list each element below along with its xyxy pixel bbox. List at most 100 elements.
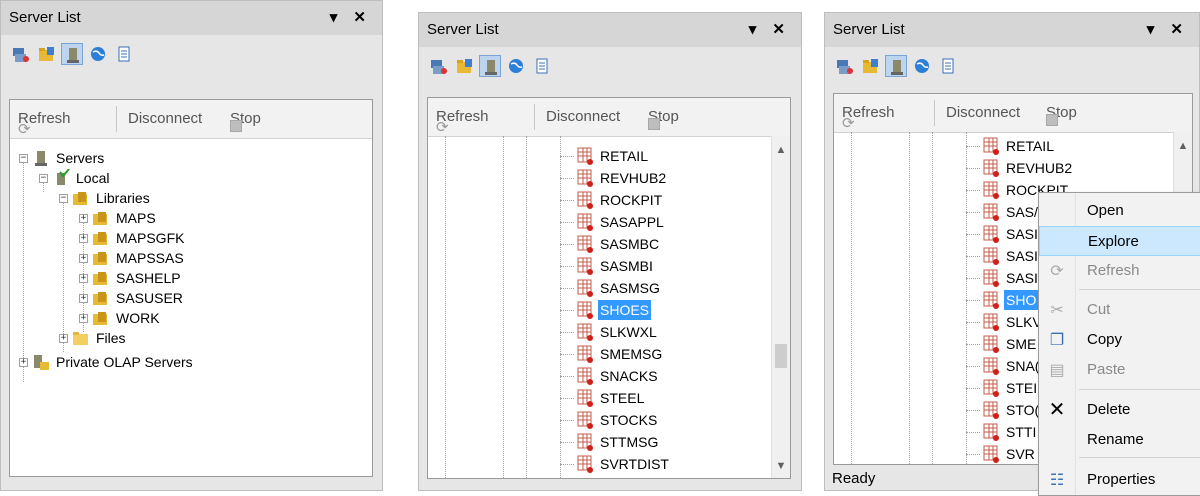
table-label: SASAPPL xyxy=(600,214,664,230)
scroll-up-icon[interactable]: ▲ xyxy=(772,144,790,156)
globe-icon[interactable] xyxy=(911,55,933,77)
disconnect-button[interactable]: Disconnect xyxy=(128,110,202,127)
scroll-thumb[interactable] xyxy=(775,344,787,368)
menu-item-cut[interactable]: ✂ Cut xyxy=(1039,295,1200,325)
globe-icon[interactable] xyxy=(87,43,109,65)
servers-view-icon[interactable] xyxy=(834,55,856,77)
table-label: STTMSG xyxy=(600,434,659,450)
table-label: RETAIL xyxy=(1006,138,1054,154)
panel-title: Server List xyxy=(833,21,905,38)
stop-button[interactable]: Stop xyxy=(230,110,261,132)
table-label: SNACKS xyxy=(600,368,658,384)
panel-controls[interactable]: ▾ ✕ xyxy=(749,20,791,38)
table-icon xyxy=(577,455,593,473)
table-icon xyxy=(577,301,593,319)
table-icon xyxy=(983,313,999,331)
library-icon xyxy=(93,272,107,285)
server-selected-icon[interactable] xyxy=(479,55,501,77)
server-list-panel-2: Server List ▾ ✕ ⟳ Refresh Disconnect Sto… xyxy=(418,12,802,491)
table-label: SME xyxy=(1006,336,1037,352)
table-label: SHOES xyxy=(598,300,652,320)
scissors-icon: ✂ xyxy=(1050,302,1064,319)
table-label: SASMBC xyxy=(600,236,660,252)
table-icon xyxy=(983,159,999,177)
table-icon xyxy=(983,225,999,243)
disconnect-button[interactable]: Disconnect xyxy=(946,104,1020,121)
scroll-down-icon[interactable]: ▼ xyxy=(772,460,790,472)
libraries-view-icon[interactable] xyxy=(36,43,58,65)
table-icon xyxy=(577,191,593,209)
local-server-icon xyxy=(57,169,70,185)
table-icon xyxy=(983,445,999,463)
view-iconbar xyxy=(419,47,801,87)
table-label: SASI xyxy=(1006,248,1038,264)
servers-view-icon[interactable] xyxy=(428,55,450,77)
table-icon xyxy=(577,169,593,187)
scroll-up-icon[interactable]: ▲ xyxy=(1174,140,1192,152)
panel-title: Server List xyxy=(9,9,81,26)
table-label: STEEL xyxy=(600,390,645,406)
libraries-view-icon[interactable] xyxy=(454,55,476,77)
table-icon xyxy=(983,269,999,287)
view-iconbar xyxy=(1,35,382,75)
table-icon xyxy=(577,147,593,165)
server-selected-icon[interactable] xyxy=(885,55,907,77)
stop-icon xyxy=(648,118,660,130)
table-icon xyxy=(577,323,593,341)
table-icon xyxy=(983,203,999,221)
copy-icon: ❐ xyxy=(1049,332,1065,349)
panel-title-bar: Server List ▾ ✕ xyxy=(825,13,1199,50)
refresh-button[interactable]: ⟳ Refresh xyxy=(18,110,71,138)
refresh-button[interactable]: ⟳ Refresh xyxy=(842,104,895,132)
tree-toolbar: ⟳ Refresh Disconnect Stop xyxy=(834,94,1192,133)
libraries-view-icon[interactable] xyxy=(860,55,882,77)
table-label: STTI xyxy=(1006,424,1037,440)
view-iconbar xyxy=(825,47,1199,87)
servers-view-icon[interactable] xyxy=(10,43,32,65)
menu-item-copy[interactable]: ❐ Copy xyxy=(1039,325,1200,355)
panel-controls[interactable]: ▾ ✕ xyxy=(330,8,372,26)
refresh-icon: ⟳ xyxy=(18,121,31,138)
folder-icon xyxy=(73,332,88,345)
stop-button[interactable]: Stop xyxy=(1046,104,1077,126)
library-icon xyxy=(93,212,107,225)
table-label: STO( xyxy=(1006,402,1040,418)
table-label: ROCKPIT xyxy=(600,192,663,208)
table-label: SHO xyxy=(1004,290,1039,310)
libraries-icon xyxy=(73,192,87,205)
stop-icon xyxy=(1046,114,1058,126)
library-icon xyxy=(93,312,107,325)
panel-controls[interactable]: ▾ ✕ xyxy=(1147,20,1189,38)
document-icon[interactable] xyxy=(531,55,553,77)
disconnect-button[interactable]: Disconnect xyxy=(546,108,620,125)
document-icon[interactable] xyxy=(937,55,959,77)
refresh-button[interactable]: ⟳ Refresh xyxy=(436,108,489,136)
table-label: STEI xyxy=(1006,380,1038,396)
menu-item-delete[interactable]: ✕ Delete xyxy=(1039,395,1200,425)
table-label: RETAIL xyxy=(600,148,648,164)
stop-button[interactable]: Stop xyxy=(648,108,679,130)
table-icon xyxy=(577,235,593,253)
vertical-scrollbar[interactable]: ▲ ▼ xyxy=(771,136,790,478)
menu-item-refresh[interactable]: ⟳ Refresh xyxy=(1039,256,1200,286)
table-label: REVHUB2 xyxy=(1006,160,1073,176)
refresh-icon: ⟳ xyxy=(1050,263,1064,280)
table-icon xyxy=(577,389,593,407)
status-bar-text: Ready xyxy=(832,470,876,487)
refresh-icon: ⟳ xyxy=(436,119,449,136)
table-icon xyxy=(983,379,999,397)
menu-item-paste[interactable]: ▤ Paste xyxy=(1039,355,1200,385)
table-label: SVRTDIST xyxy=(600,456,669,472)
globe-icon[interactable] xyxy=(505,55,527,77)
server-selected-icon[interactable] xyxy=(61,43,83,65)
panel-title-bar: Server List ▾ ✕ xyxy=(1,1,382,36)
menu-item-open[interactable]: Open xyxy=(1039,196,1200,226)
table-label: SASMBI xyxy=(600,258,653,274)
menu-item-rename[interactable]: Rename xyxy=(1039,425,1200,455)
table-icon xyxy=(983,335,999,353)
menu-item-explore[interactable]: Explore xyxy=(1039,226,1200,256)
table-label: SMEMSG xyxy=(600,346,663,362)
table-icon xyxy=(577,411,593,429)
document-icon[interactable] xyxy=(113,43,135,65)
table-label: STOCKS xyxy=(600,412,658,428)
